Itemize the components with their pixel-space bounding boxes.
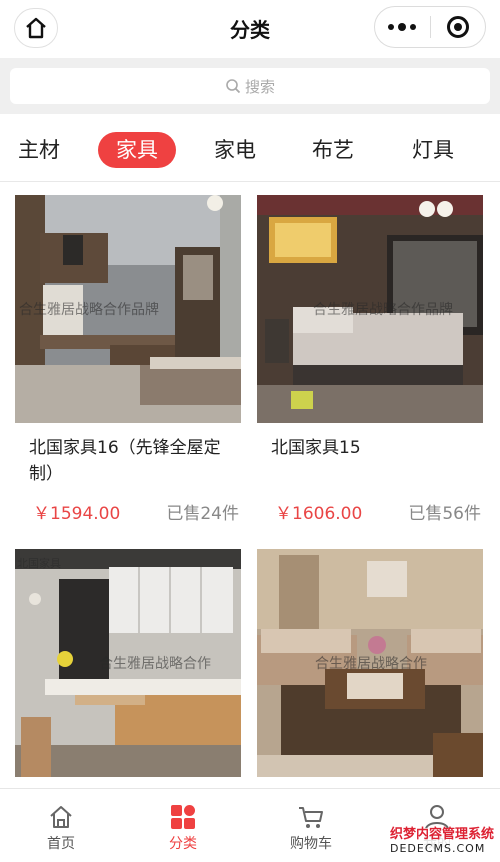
nav-home[interactable]: 首页: [21, 801, 101, 853]
nav-category-label: 分类: [169, 836, 197, 852]
watermark-text: 合生雅居战略合作: [99, 656, 211, 672]
target-circle-icon: [446, 16, 469, 38]
product-price: ￥1594.00: [33, 504, 121, 524]
product-card[interactable]: 合生雅居战略合作: [257, 549, 483, 785]
search-input[interactable]: 搜索: [10, 68, 490, 104]
tab-dengju[interactable]: 灯具: [412, 132, 454, 168]
nav-cart-label: 购物车: [290, 836, 332, 852]
home-icon: [50, 806, 72, 828]
category-page: 分类 搜索 主材 家具 家电 布艺 灯具 合生雅居战略合作品牌 北国家具16（先…: [0, 0, 500, 862]
search-bar-area: 搜索: [0, 58, 500, 114]
more-dots-icon: [386, 23, 418, 31]
product-image[interactable]: 合生雅居战略合作品牌: [15, 195, 241, 423]
nav-cart[interactable]: 购物车: [271, 801, 351, 853]
product-sold-count: 已售56件: [408, 504, 481, 524]
product-card[interactable]: 北国家具 合生雅居战略合作: [15, 549, 241, 785]
product-sold-count: 已售24件: [166, 504, 239, 524]
watermark-text: 合生雅居战略合作品牌: [19, 302, 159, 318]
nav-category[interactable]: 分类: [143, 801, 223, 853]
product-name[interactable]: 北国家具15: [271, 435, 481, 461]
close-mini-program-button[interactable]: [430, 7, 485, 47]
mini-program-capsule: [374, 6, 486, 48]
product-image[interactable]: 合生雅居战略合作: [257, 549, 483, 777]
site-watermark-domain: DEDECMS.COM: [389, 842, 494, 856]
product-price: ￥1606.00: [275, 504, 363, 524]
cart-icon: [299, 807, 323, 828]
nav-home-label: 首页: [47, 836, 75, 852]
category-tabs: 主材 家具 家电 布艺 灯具: [0, 116, 500, 182]
product-image[interactable]: 北国家具 合生雅居战略合作: [15, 549, 241, 777]
watermark-text: 合生雅居战略合作: [315, 656, 427, 672]
site-watermark: 织梦内容管理系统 DEDECMS.COM: [389, 827, 494, 856]
watermark-text: 合生雅居战略合作品牌: [313, 302, 453, 318]
search-placeholder: 搜索: [244, 77, 275, 96]
tab-jiaju[interactable]: 家具: [98, 132, 176, 168]
watermark-brand-label: 北国家具: [17, 557, 61, 570]
category-grid-icon: [171, 805, 195, 829]
bottom-tab-bar: 首页 分类 购物车 织梦内容管理系统 DEDECMS.COM: [0, 788, 500, 862]
product-image[interactable]: 合生雅居战略合作品牌: [257, 195, 483, 423]
product-name[interactable]: 北国家具16（先锋全屋定制）: [29, 435, 239, 487]
product-card[interactable]: 合生雅居战略合作品牌 北国家具15 ￥1606.00 已售56件: [257, 195, 483, 535]
more-button[interactable]: [375, 7, 430, 47]
tab-buyi[interactable]: 布艺: [312, 132, 354, 168]
tab-zhucai[interactable]: 主材: [18, 132, 60, 168]
product-card[interactable]: 合生雅居战略合作品牌 北国家具16（先锋全屋定制） ￥1594.00 已售24件: [15, 195, 241, 535]
top-bar: 分类: [0, 0, 500, 56]
site-watermark-title: 织梦内容管理系统: [389, 827, 494, 842]
tab-jiadian[interactable]: 家电: [214, 132, 256, 168]
search-icon: [226, 79, 241, 94]
